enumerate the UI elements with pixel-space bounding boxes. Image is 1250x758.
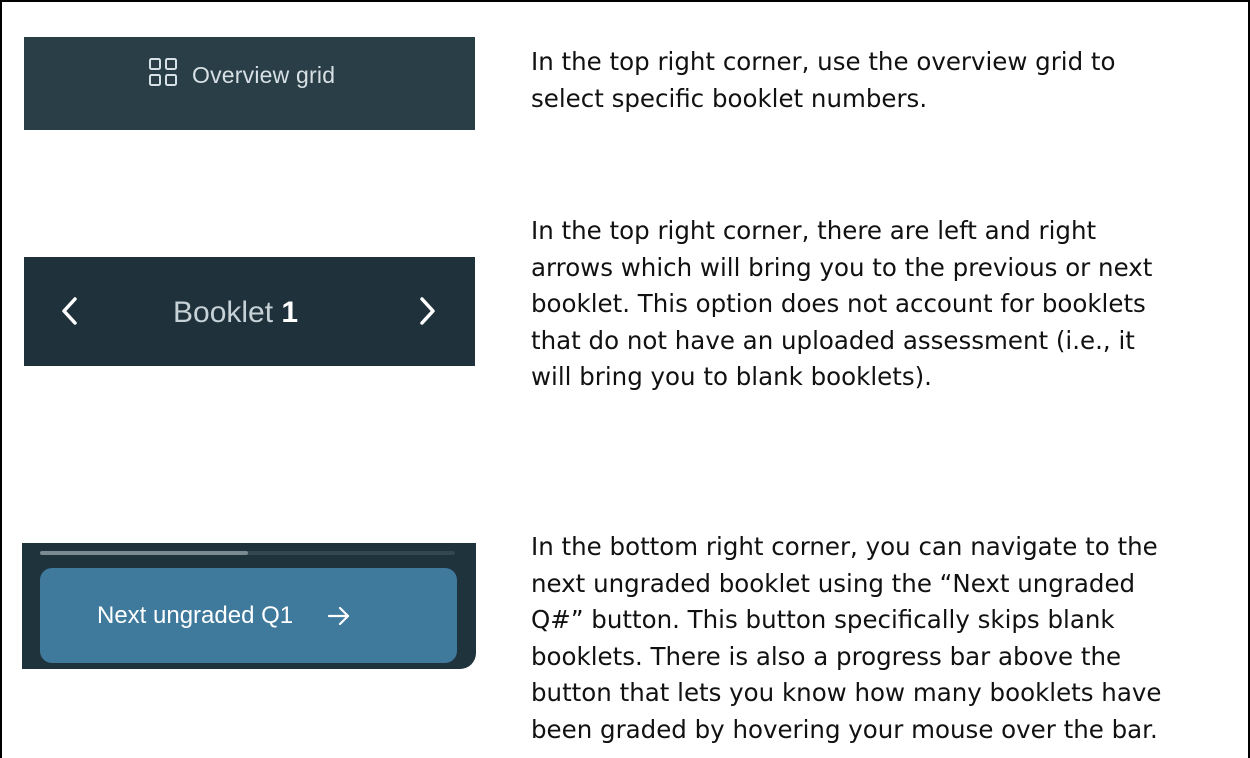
table-border-left xyxy=(0,0,2,758)
arrow-right-icon xyxy=(327,606,350,626)
booklet-title-prefix: Booklet xyxy=(173,296,282,329)
next-ungraded-button-label: Next ungraded Q1 xyxy=(97,602,294,629)
instruction-table: Overview grid In the top right corner, u… xyxy=(0,0,1250,758)
booklet-nav-screenshot: Booklet 1 xyxy=(24,257,475,366)
overview-grid-description: In the top right corner, use the overvie… xyxy=(531,47,1116,113)
next-ungraded-button: Next ungraded Q1 xyxy=(40,568,457,663)
booklet-number: 1 xyxy=(281,296,299,329)
chevron-right-icon xyxy=(420,297,435,325)
progress-bar-fill xyxy=(40,551,248,555)
next-ungraded-description: In the bottom right corner, you can navi… xyxy=(531,532,1162,744)
overview-grid-button-label: Overview grid xyxy=(192,62,336,88)
grid-icon xyxy=(149,58,177,86)
next-ungraded-screenshot: Next ungraded Q1 xyxy=(22,543,476,669)
booklet-title: Booklet 1 xyxy=(173,296,298,330)
booklet-nav-description: In the top right corner, there are left … xyxy=(531,216,1153,391)
chevron-left-icon xyxy=(62,297,77,325)
progress-bar xyxy=(40,551,455,555)
table-border-top xyxy=(0,0,1250,2)
overview-grid-screenshot: Overview grid xyxy=(24,37,475,130)
